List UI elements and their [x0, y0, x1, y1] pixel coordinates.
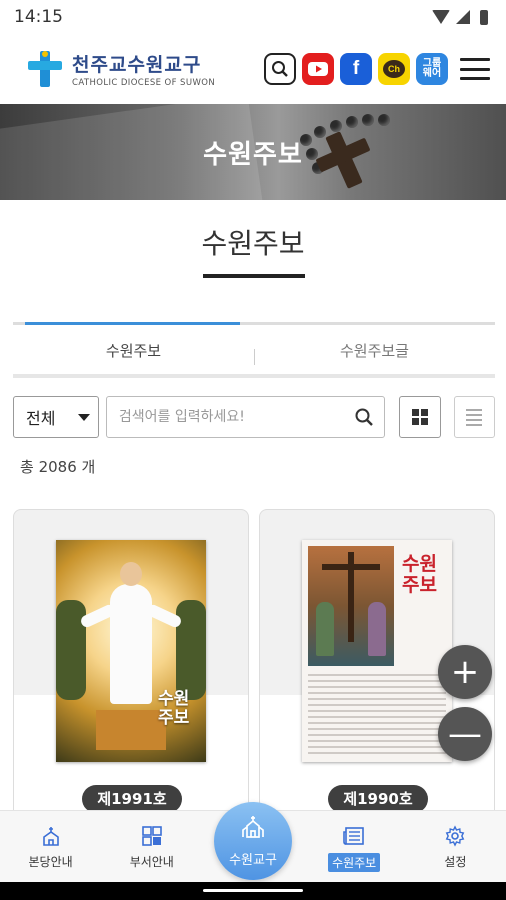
gesture-bar — [0, 882, 506, 900]
search-field[interactable] — [105, 396, 386, 438]
nav-label: 수원주보 — [328, 853, 381, 872]
logo-title: 천주교수원교구 — [72, 54, 202, 76]
facebook-icon: f — [352, 58, 360, 79]
page-title: 수원주보 — [201, 227, 305, 260]
newspaper-icon — [342, 825, 366, 847]
result-count: 총 2086 개 — [20, 458, 96, 476]
home-indicator[interactable] — [203, 889, 303, 892]
issue-number-badge: 제1990호 — [328, 785, 428, 813]
zoom-in-button[interactable]: + — [438, 645, 492, 699]
search-button[interactable] — [264, 53, 296, 85]
youtube-icon — [308, 62, 328, 76]
banner-title: 수원주보 — [203, 140, 303, 170]
nav-suwon-bulletin[interactable]: 수원주보 — [304, 811, 405, 883]
cathedral-icon — [240, 815, 266, 843]
groupware-button[interactable]: 그룹 웨어 — [416, 53, 448, 85]
nav-department-info[interactable]: 부서안내 — [101, 811, 202, 883]
search-icon — [272, 61, 288, 77]
nav-label: 설정 — [444, 855, 467, 869]
list-view-icon — [466, 408, 483, 426]
filter-row: 전체 — [13, 396, 495, 438]
signal-icon — [456, 10, 470, 24]
bulletin-cover-image: 수원 주보 — [56, 540, 206, 762]
nav-label: 부서안내 — [129, 855, 174, 869]
church-icon — [40, 825, 62, 847]
nav-settings[interactable]: 설정 — [405, 811, 506, 883]
facebook-button[interactable]: f — [340, 53, 372, 85]
bulletin-card[interactable]: 수원 주보 제1991호 — [13, 509, 249, 829]
diocese-logo[interactable]: 천주교수원교구 CATHOLIC DIOCESE OF SUWON — [26, 49, 215, 89]
nav-suwon-diocese[interactable]: 수원교구 — [214, 802, 292, 880]
nav-parish-info[interactable]: 본당안내 — [0, 811, 101, 883]
search-icon[interactable] — [354, 407, 374, 427]
tab-bar: 수원주보 수원주보글 — [13, 322, 495, 378]
title-underline — [203, 274, 305, 278]
battery-icon — [480, 9, 488, 25]
status-icons — [432, 9, 488, 25]
header-actions: f Ch 그룹 웨어 — [264, 53, 492, 85]
nav-label: 수원교구 — [229, 852, 277, 868]
youtube-button[interactable] — [302, 53, 334, 85]
cross-logo-icon — [26, 49, 64, 89]
grid-view-button[interactable] — [399, 396, 441, 438]
grid-view-icon — [412, 409, 429, 425]
cover-masthead: 수원 주보 — [402, 553, 437, 596]
dropdown-caret-icon — [77, 413, 90, 421]
logo-subtitle: CATHOLIC DIOCESE OF SUWON — [72, 78, 216, 88]
groupware-label-2: 웨어 — [422, 68, 442, 79]
cover-masthead: 수원 주보 — [158, 689, 190, 728]
issue-number-badge: 제1991호 — [82, 785, 182, 813]
status-time: 14:15 — [14, 7, 63, 27]
nav-label: 본당안내 — [28, 855, 73, 869]
hero-banner: 수원주보 — [0, 104, 506, 200]
category-select-value: 전체 — [26, 409, 56, 428]
kakao-channel-button[interactable]: Ch — [378, 53, 410, 85]
status-bar: 14:15 — [0, 0, 506, 34]
search-input[interactable] — [118, 409, 355, 425]
kakao-channel-icon: Ch — [383, 60, 405, 78]
zoom-out-button[interactable]: — — [438, 707, 492, 761]
wifi-icon — [432, 10, 450, 24]
bulletin-cover-image: 수원 주보 — [302, 540, 452, 762]
list-view-button[interactable] — [453, 396, 495, 438]
category-select[interactable]: 전체 — [13, 396, 99, 438]
gear-icon — [444, 825, 466, 847]
tab-suwon-bulletin-articles[interactable]: 수원주보글 — [254, 325, 495, 374]
tab-suwon-bulletin[interactable]: 수원주보 — [13, 322, 254, 374]
app-header: 천주교수원교구 CATHOLIC DIOCESE OF SUWON f Ch 그… — [0, 34, 506, 104]
grid-icon — [141, 825, 163, 847]
menu-icon[interactable] — [458, 53, 492, 85]
